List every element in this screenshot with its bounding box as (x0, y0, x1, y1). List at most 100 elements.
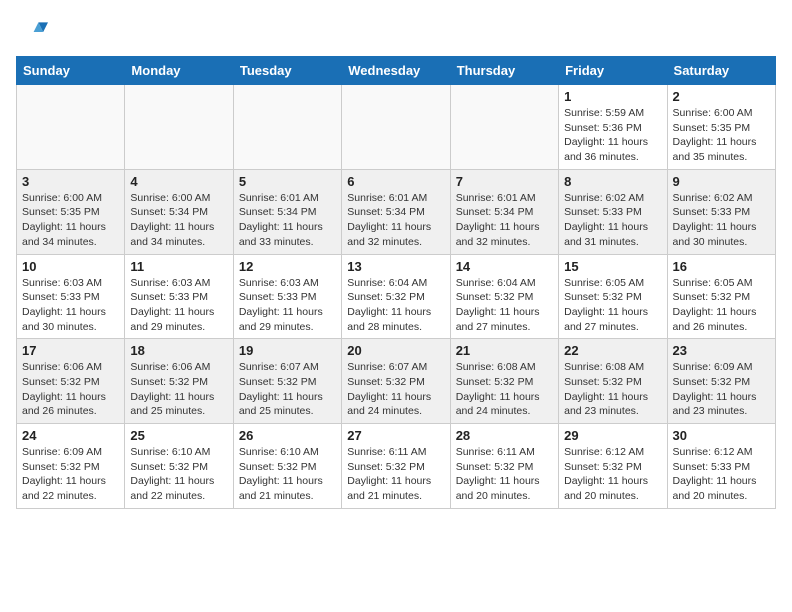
calendar-cell: 13 Sunrise: 6:04 AM Sunset: 5:32 PM Dayli… (342, 254, 450, 339)
day-number: 13 (347, 259, 444, 274)
day-info: Sunrise: 6:05 AM Sunset: 5:32 PM Dayligh… (673, 276, 770, 335)
column-header-saturday: Saturday (667, 57, 775, 85)
day-number: 27 (347, 428, 444, 443)
day-number: 21 (456, 343, 553, 358)
calendar-cell: 21 Sunrise: 6:08 AM Sunset: 5:32 PM Dayli… (450, 339, 558, 424)
day-number: 19 (239, 343, 336, 358)
calendar-cell: 22 Sunrise: 6:08 AM Sunset: 5:32 PM Dayli… (559, 339, 667, 424)
day-info: Sunrise: 6:03 AM Sunset: 5:33 PM Dayligh… (130, 276, 227, 335)
column-header-tuesday: Tuesday (233, 57, 341, 85)
calendar-cell: 6 Sunrise: 6:01 AM Sunset: 5:34 PM Daylig… (342, 169, 450, 254)
day-info: Sunrise: 6:07 AM Sunset: 5:32 PM Dayligh… (347, 360, 444, 419)
day-info: Sunrise: 6:00 AM Sunset: 5:35 PM Dayligh… (22, 191, 119, 250)
day-number: 11 (130, 259, 227, 274)
column-header-monday: Monday (125, 57, 233, 85)
column-header-friday: Friday (559, 57, 667, 85)
calendar-cell (342, 85, 450, 170)
day-info: Sunrise: 6:10 AM Sunset: 5:32 PM Dayligh… (130, 445, 227, 504)
calendar-cell: 7Sunrise: 6:01 AM Sunset: 5:34 PM Daylig… (450, 169, 558, 254)
calendar-cell: 27 Sunrise: 6:11 AM Sunset: 5:32 PM Dayli… (342, 424, 450, 509)
day-number: 15 (564, 259, 661, 274)
day-number: 12 (239, 259, 336, 274)
calendar-cell: 17 Sunrise: 6:06 AM Sunset: 5:32 PM Dayli… (17, 339, 125, 424)
calendar-cell: 20 Sunrise: 6:07 AM Sunset: 5:32 PM Dayli… (342, 339, 450, 424)
day-number: 28 (456, 428, 553, 443)
day-info: Sunrise: 6:02 AM Sunset: 5:33 PM Dayligh… (673, 191, 770, 250)
calendar-cell: 8 Sunrise: 6:02 AM Sunset: 5:33 PM Daylig… (559, 169, 667, 254)
calendar-cell: 28 Sunrise: 6:11 AM Sunset: 5:32 PM Dayli… (450, 424, 558, 509)
day-info: Sunrise: 6:01 AM Sunset: 5:34 PM Dayligh… (239, 191, 336, 250)
calendar-cell (450, 85, 558, 170)
day-number: 26 (239, 428, 336, 443)
calendar-cell: 30 Sunrise: 6:12 AM Sunset: 5:33 PM Dayli… (667, 424, 775, 509)
calendar-cell: 3 Sunrise: 6:00 AM Sunset: 5:35 PM Daylig… (17, 169, 125, 254)
day-info: Sunrise: 6:04 AM Sunset: 5:32 PM Dayligh… (347, 276, 444, 335)
day-number: 2 (673, 89, 770, 104)
day-info: Sunrise: 6:09 AM Sunset: 5:32 PM Dayligh… (673, 360, 770, 419)
calendar-cell: 26 Sunrise: 6:10 AM Sunset: 5:32 PM Dayli… (233, 424, 341, 509)
day-number: 3 (22, 174, 119, 189)
day-number: 29 (564, 428, 661, 443)
calendar-cell: 25 Sunrise: 6:10 AM Sunset: 5:32 PM Dayli… (125, 424, 233, 509)
calendar-cell: 11 Sunrise: 6:03 AM Sunset: 5:33 PM Dayli… (125, 254, 233, 339)
calendar-cell: 9 Sunrise: 6:02 AM Sunset: 5:33 PM Daylig… (667, 169, 775, 254)
calendar-cell: 12 Sunrise: 6:03 AM Sunset: 5:33 PM Dayli… (233, 254, 341, 339)
day-number: 22 (564, 343, 661, 358)
day-number: 5 (239, 174, 336, 189)
day-number: 7 (456, 174, 553, 189)
calendar-cell: 15 Sunrise: 6:05 AM Sunset: 5:32 PM Dayli… (559, 254, 667, 339)
day-info: Sunrise: 6:09 AM Sunset: 5:32 PM Dayligh… (22, 445, 119, 504)
logo (16, 16, 52, 48)
calendar-table: SundayMondayTuesdayWednesdayThursdayFrid… (16, 56, 776, 509)
day-info: Sunrise: 6:11 AM Sunset: 5:32 PM Dayligh… (456, 445, 553, 504)
calendar-cell (125, 85, 233, 170)
day-info: Sunrise: 5:59 AM Sunset: 5:36 PM Dayligh… (564, 106, 661, 165)
day-number: 6 (347, 174, 444, 189)
day-info: Sunrise: 6:06 AM Sunset: 5:32 PM Dayligh… (22, 360, 119, 419)
calendar-cell: 14Sunrise: 6:04 AM Sunset: 5:32 PM Dayli… (450, 254, 558, 339)
day-number: 18 (130, 343, 227, 358)
calendar-cell: 18Sunrise: 6:06 AM Sunset: 5:32 PM Dayli… (125, 339, 233, 424)
day-number: 23 (673, 343, 770, 358)
calendar-cell: 1 Sunrise: 5:59 AM Sunset: 5:36 PM Daylig… (559, 85, 667, 170)
column-header-sunday: Sunday (17, 57, 125, 85)
day-number: 17 (22, 343, 119, 358)
calendar-cell (17, 85, 125, 170)
day-info: Sunrise: 6:12 AM Sunset: 5:32 PM Dayligh… (564, 445, 661, 504)
day-number: 1 (564, 89, 661, 104)
calendar-week-row: 17 Sunrise: 6:06 AM Sunset: 5:32 PM Dayli… (17, 339, 776, 424)
calendar-cell: 10Sunrise: 6:03 AM Sunset: 5:33 PM Dayli… (17, 254, 125, 339)
day-number: 9 (673, 174, 770, 189)
calendar-cell: 5 Sunrise: 6:01 AM Sunset: 5:34 PM Daylig… (233, 169, 341, 254)
column-header-wednesday: Wednesday (342, 57, 450, 85)
calendar-cell: 23 Sunrise: 6:09 AM Sunset: 5:32 PM Dayli… (667, 339, 775, 424)
day-info: Sunrise: 6:03 AM Sunset: 5:33 PM Dayligh… (22, 276, 119, 335)
day-info: Sunrise: 6:07 AM Sunset: 5:32 PM Dayligh… (239, 360, 336, 419)
calendar-cell: 4Sunrise: 6:00 AM Sunset: 5:34 PM Daylig… (125, 169, 233, 254)
day-info: Sunrise: 6:05 AM Sunset: 5:32 PM Dayligh… (564, 276, 661, 335)
calendar-header-row: SundayMondayTuesdayWednesdayThursdayFrid… (17, 57, 776, 85)
day-info: Sunrise: 6:10 AM Sunset: 5:32 PM Dayligh… (239, 445, 336, 504)
calendar-week-row: 1 Sunrise: 5:59 AM Sunset: 5:36 PM Daylig… (17, 85, 776, 170)
day-info: Sunrise: 6:01 AM Sunset: 5:34 PM Dayligh… (347, 191, 444, 250)
day-info: Sunrise: 6:08 AM Sunset: 5:32 PM Dayligh… (564, 360, 661, 419)
day-info: Sunrise: 6:03 AM Sunset: 5:33 PM Dayligh… (239, 276, 336, 335)
calendar-cell: 16Sunrise: 6:05 AM Sunset: 5:32 PM Dayli… (667, 254, 775, 339)
day-info: Sunrise: 6:00 AM Sunset: 5:34 PM Dayligh… (130, 191, 227, 250)
day-info: Sunrise: 6:02 AM Sunset: 5:33 PM Dayligh… (564, 191, 661, 250)
day-info: Sunrise: 6:08 AM Sunset: 5:32 PM Dayligh… (456, 360, 553, 419)
day-info: Sunrise: 6:11 AM Sunset: 5:32 PM Dayligh… (347, 445, 444, 504)
calendar-week-row: 24 Sunrise: 6:09 AM Sunset: 5:32 PM Dayli… (17, 424, 776, 509)
logo-icon (16, 16, 48, 48)
day-number: 20 (347, 343, 444, 358)
calendar-week-row: 10Sunrise: 6:03 AM Sunset: 5:33 PM Dayli… (17, 254, 776, 339)
day-number: 24 (22, 428, 119, 443)
day-info: Sunrise: 6:12 AM Sunset: 5:33 PM Dayligh… (673, 445, 770, 504)
day-number: 25 (130, 428, 227, 443)
page-header (16, 16, 776, 48)
calendar-cell: 29 Sunrise: 6:12 AM Sunset: 5:32 PM Dayli… (559, 424, 667, 509)
calendar-cell: 2Sunrise: 6:00 AM Sunset: 5:35 PM Daylig… (667, 85, 775, 170)
day-number: 30 (673, 428, 770, 443)
column-header-thursday: Thursday (450, 57, 558, 85)
day-number: 8 (564, 174, 661, 189)
